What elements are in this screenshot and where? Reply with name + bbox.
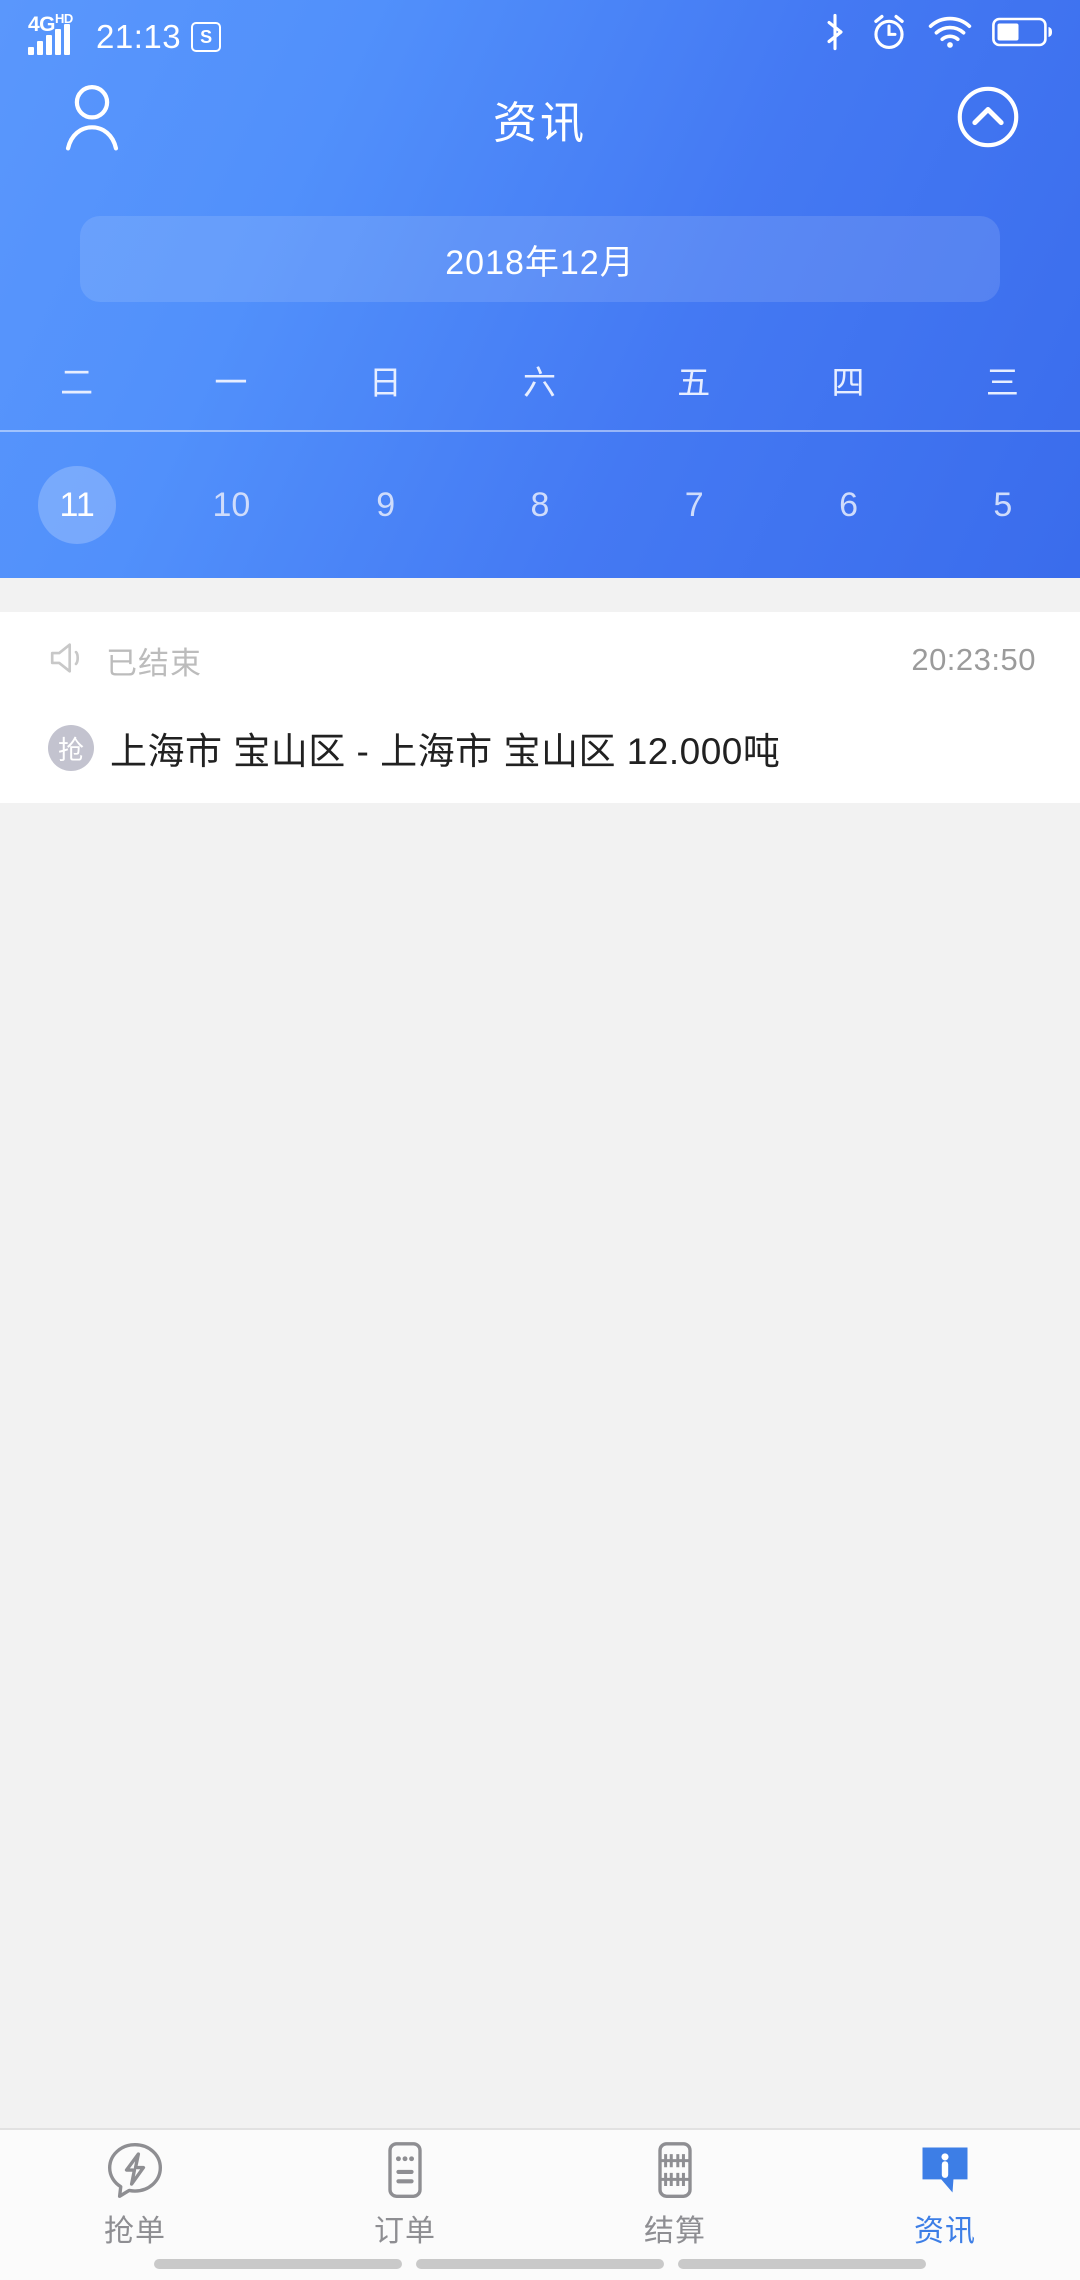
content-area: 已结束 20:23:50 抢 上海市 宝山区 - 上海市 宝山区 12.000吨 — [0, 578, 1080, 2128]
chevron-up-circle-icon[interactable] — [956, 85, 1020, 154]
day-label[interactable]: 8 — [501, 466, 579, 544]
tab-zixun[interactable]: 资讯 — [810, 2130, 1080, 2250]
day-cell-9[interactable]: 9 — [309, 432, 463, 578]
order-list-icon — [375, 2140, 435, 2200]
day-label[interactable]: 11 — [38, 466, 117, 544]
battery-icon — [992, 16, 1054, 48]
route-label: 上海市 宝山区 - 上海市 宝山区 12.000吨 — [110, 731, 781, 772]
status-bar-clock: 21:13 — [96, 18, 182, 55]
list-item-time: 20:23:50 — [911, 642, 1036, 677]
tab-label: 抢单 — [104, 2215, 166, 2248]
abacus-icon — [645, 2140, 705, 2200]
weekday-cell: 五 — [617, 330, 771, 430]
weekday-cell: 一 — [154, 330, 308, 430]
month-selector[interactable]: 2018年12月 — [80, 216, 1000, 302]
gesture-segment-home[interactable] — [416, 2259, 664, 2269]
day-cell-6[interactable]: 6 — [771, 432, 925, 578]
weekday-label: 四 — [831, 364, 866, 401]
grab-badge: 抢 — [48, 725, 94, 771]
day-cell-11[interactable]: 11 — [0, 432, 154, 578]
signal-icon: 4GHD — [28, 9, 86, 55]
weekday-label: 日 — [368, 364, 403, 401]
page-title: 资讯 — [493, 99, 587, 148]
status-bar: 4GHD 21:13 S — [0, 0, 1080, 64]
day-cell-8[interactable]: 8 — [463, 432, 617, 578]
weekday-cell: 三 — [926, 330, 1080, 430]
tab-qiangdan[interactable]: 抢单 — [0, 2130, 270, 2250]
weekday-label: 二 — [60, 364, 95, 401]
month-label: 2018年12月 — [445, 243, 635, 282]
status-bar-right — [820, 13, 1054, 51]
flash-chat-icon — [105, 2140, 165, 2200]
status-bar-left: 4GHD 21:13 S — [28, 9, 222, 55]
megaphone-icon — [48, 639, 90, 682]
weekday-cell: 二 — [0, 330, 154, 430]
weekday-cell: 六 — [463, 330, 617, 430]
wifi-icon — [928, 15, 972, 49]
header-panel: 4GHD 21:13 S 资讯 2018年12月 二 一 日 六 五 四 三 1… — [0, 0, 1080, 578]
nav-bar: 资讯 — [0, 64, 1080, 174]
tab-label: 资讯 — [914, 2215, 976, 2248]
day-cell-10[interactable]: 10 — [154, 432, 308, 578]
weekday-label: 一 — [214, 364, 249, 401]
gesture-segment-back[interactable] — [154, 2259, 402, 2269]
day-label[interactable]: 9 — [347, 466, 425, 544]
day-label[interactable]: 10 — [192, 466, 270, 544]
tab-label: 订单 — [374, 2215, 436, 2248]
weekday-cell: 四 — [771, 330, 925, 430]
status-group: 已结束 — [48, 638, 202, 683]
weekday-row: 二 一 日 六 五 四 三 — [0, 330, 1080, 430]
alarm-icon — [870, 13, 908, 51]
day-label[interactable]: 6 — [810, 466, 888, 544]
weekday-label: 五 — [677, 364, 712, 401]
status-badge: 已结束 — [106, 645, 202, 681]
tab-jiesuan[interactable]: 结算 — [540, 2130, 810, 2250]
weekday-label: 六 — [522, 364, 557, 401]
tab-label: 结算 — [644, 2215, 706, 2248]
app-root: 4GHD 21:13 S 资讯 2018年12月 二 一 日 六 五 四 三 1… — [0, 0, 1080, 2280]
tab-dingdan[interactable]: 订单 — [270, 2130, 540, 2250]
day-row: 11 10 9 8 7 6 5 — [0, 432, 1080, 578]
list-item-body: 抢 上海市 宝山区 - 上海市 宝山区 12.000吨 — [0, 700, 1080, 796]
weekday-label: 三 — [985, 364, 1020, 401]
day-label[interactable]: 5 — [964, 466, 1042, 544]
list-item-header: 已结束 20:23:50 — [0, 612, 1080, 708]
gesture-nav-bar[interactable] — [0, 2248, 1080, 2280]
signal-bars-icon — [28, 24, 70, 55]
list-item[interactable]: 已结束 20:23:50 抢 上海市 宝山区 - 上海市 宝山区 12.000吨 — [0, 612, 1080, 803]
gesture-segment-recents[interactable] — [678, 2259, 926, 2269]
bottom-tab-bar: 抢单 订单 结算 资讯 — [0, 2128, 1080, 2280]
bluetooth-icon — [820, 13, 850, 51]
tab-list: 抢单 订单 结算 资讯 — [0, 2130, 1080, 2250]
person-icon[interactable] — [60, 82, 124, 157]
day-label[interactable]: 7 — [655, 466, 733, 544]
weekday-cell: 日 — [309, 330, 463, 430]
sim-card-icon: S — [191, 22, 222, 52]
day-cell-7[interactable]: 7 — [617, 432, 771, 578]
day-cell-5[interactable]: 5 — [926, 432, 1080, 578]
info-bubble-icon — [915, 2140, 975, 2200]
